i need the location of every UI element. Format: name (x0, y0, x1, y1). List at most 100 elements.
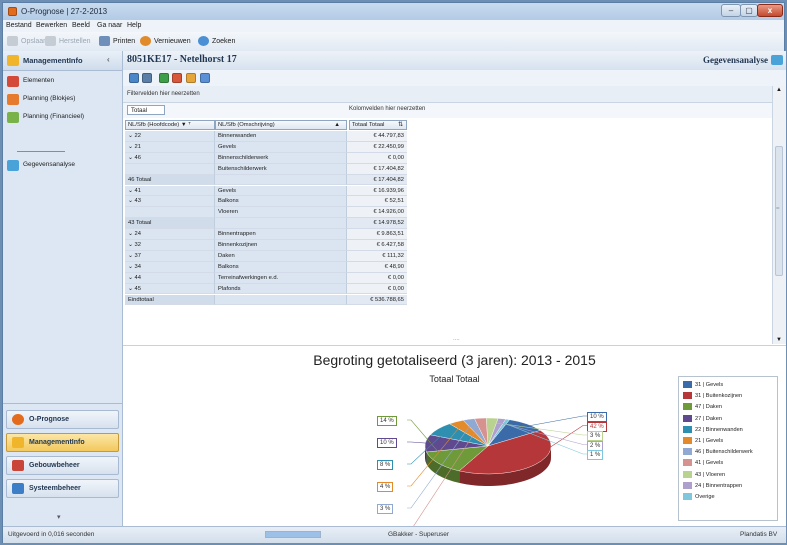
excel-export-icon[interactable] (159, 73, 169, 83)
total-row[interactable]: 43 Totaal € 14.978,52 (125, 218, 407, 230)
row-description-cell: Gevels (215, 185, 347, 197)
legend-label: Overige (695, 494, 715, 500)
legend-swatch (683, 414, 692, 422)
status-bar: Uitgevoerd in 0,016 seconden GBakker - S… (3, 526, 786, 543)
filter-drop-zone[interactable]: Filtervelden hier neerzetten (123, 86, 773, 103)
sidebar-item-gegevensanalyse[interactable]: Gegevensanalyse (3, 157, 122, 175)
table-row[interactable]: ⌄ 37 Daken € 111,32 (125, 250, 407, 262)
refresh-button[interactable]: Vernieuwen (140, 36, 191, 48)
pie-slice-label: 8 % (377, 460, 394, 470)
column-header-totaal[interactable]: Totaal Totaal ⇅ (349, 120, 407, 130)
close-button[interactable]: x (757, 4, 783, 17)
analysis-icon (771, 55, 783, 65)
total-row[interactable]: 46 Totaal € 17.404,82 (125, 174, 407, 186)
table-row[interactable]: ⌄ 34 Balkons € 48,90 (125, 261, 407, 273)
legend-item: 24 | Binnentrappen (683, 481, 742, 491)
restore-button[interactable]: Herstellen (45, 36, 91, 48)
sidebar-item-label: Planning (Financieel) (23, 113, 85, 120)
total-row[interactable]: Eindtotaal € 536.788,65 (125, 294, 407, 306)
legend-item: 41 | Gevels (683, 459, 723, 468)
table-row[interactable]: ⌄ 45 Plafonds € 0,00 (125, 283, 407, 295)
table-row[interactable]: ⌄ 46 Binnenschilderwerk € 0,00 (125, 152, 407, 164)
nav-managementinfo[interactable]: ManagementInfo (6, 433, 119, 452)
save-icon (7, 36, 18, 47)
section-title: Gegevensanalyse (703, 55, 768, 65)
row-value-cell: € 0,00 (347, 272, 407, 284)
table-row[interactable]: ⌄ 41 Gevels € 16.939,96 (125, 185, 407, 197)
save-button[interactable]: Opslaan (7, 36, 47, 48)
column-header-label: Totaal Totaal (352, 122, 385, 128)
row-header-hoofdcode[interactable]: NL/Sfb (Hoofdcode) ▼ ᵀ (125, 120, 215, 130)
sidebar-item-planning-blokjes[interactable]: Planning (Blokjes) (3, 91, 122, 109)
search-label: Zoeken (212, 38, 236, 45)
table-row[interactable]: ⌄ 43 Balkons € 52,51 (125, 196, 407, 208)
row-description-cell: Balkons (215, 196, 347, 208)
row-value-cell: € 48,90 (347, 261, 407, 273)
menu-ga-naar[interactable]: Ga naar (97, 22, 122, 29)
sidebar-splitter[interactable] (3, 403, 122, 404)
table-row[interactable]: ⌄ 21 Gevels € 22.450,99 (125, 141, 407, 153)
sidebar-item-label: Gegevensanalyse (23, 161, 76, 168)
row-description-cell: Binnentrappen (215, 229, 347, 240)
sidebar-item-label: Elementen (23, 77, 55, 84)
legend-swatch (683, 403, 692, 411)
table-row[interactable]: ⌄ 32 Binnenkozijnen € 6.427,58 (125, 240, 407, 251)
vertical-scrollbar[interactable]: ▲ = ▼ (772, 86, 786, 344)
table-row[interactable]: Vloeren € 14.926,00 (125, 207, 407, 219)
table-row[interactable]: ⌄ 22 Binnenwanden € 44.797,83 (125, 131, 407, 142)
splitter-grip[interactable]: .... (453, 336, 460, 342)
chart-area: Begroting getotaliseerd (3 jaren): 2013 … (123, 345, 786, 536)
sidebar-divider (17, 151, 65, 152)
row-header-omschrijving[interactable]: NL/Sfb (Omschrijving) ▲ (215, 120, 347, 130)
pie-leader-line (520, 415, 587, 428)
menu-help[interactable]: Help (127, 22, 141, 29)
row-code-cell: ⌄ 24 (125, 229, 215, 240)
sidebar-item-planning-financieel[interactable]: Planning (Financieel) (3, 109, 122, 127)
row-code-cell: ⌄ 41 (125, 185, 215, 197)
sort-ascending-icon: ▲ (334, 122, 340, 128)
app-window: O-Prognose | 27-2-2013 – ▢ x Bestand Bew… (2, 2, 786, 543)
gear-icon (12, 483, 24, 494)
scroll-down-icon[interactable]: ▼ (776, 337, 782, 343)
menu-bestand[interactable]: Bestand (6, 22, 32, 29)
row-code-cell: ⌄ 43 (125, 196, 215, 208)
totaal-field[interactable]: Totaal (127, 105, 165, 115)
legend-label: 31 | Gevels (695, 382, 724, 388)
scroll-up-icon[interactable]: ▲ (776, 87, 782, 93)
table-row[interactable]: ⌄ 44 Terreinafwerkingen e.d. € 0,00 (125, 272, 407, 284)
menu-bewerken[interactable]: Bewerken (36, 22, 67, 29)
sidebar-item-elementen[interactable]: Elementen (3, 73, 122, 91)
refresh-data-icon[interactable] (172, 73, 182, 83)
main-header: 8051KE17 - Netelhorst 17 Gegevensanalyse (123, 51, 786, 71)
row-description-cell: Vloeren (215, 207, 347, 219)
nav-o-prognose[interactable]: O-Prognose (6, 410, 119, 429)
print-button[interactable]: Printen (99, 36, 135, 48)
pie-slice-label: 10 % (587, 412, 607, 422)
collapse-chevron-icon[interactable]: ‹ (107, 55, 110, 64)
search-button[interactable]: Zoeken (198, 36, 235, 48)
help-icon[interactable] (200, 73, 210, 83)
grid-view-icon[interactable] (129, 73, 139, 83)
legend-swatch (683, 470, 692, 478)
filter-icon[interactable]: ⇅ (398, 121, 403, 130)
table-row[interactable]: Buitenschilderwerk € 17.404,82 (125, 163, 407, 175)
layout-icon[interactable] (142, 73, 152, 83)
toolbar: Opslaan Herstellen Printen Vernieuwen Zo… (3, 32, 784, 52)
table-row[interactable]: ⌄ 24 Binnentrappen € 9.863,51 (125, 229, 407, 240)
row-code-cell: ⌄ 32 (125, 240, 215, 251)
nav-systeembeheer[interactable]: Systeembeheer (6, 479, 119, 498)
bar-chart-icon[interactable] (186, 73, 196, 83)
o-prognose-icon (12, 414, 24, 425)
management-icon (12, 437, 24, 448)
sidebar-header-title: ManagementInfo (23, 56, 83, 65)
row-code-cell: ⌄ 22 (125, 131, 215, 142)
minimize-button[interactable]: – (721, 4, 741, 17)
maximize-button[interactable]: ▢ (740, 4, 758, 17)
column-drop-zone[interactable]: Kolomvelden hier neerzetten (349, 106, 425, 112)
legend-label: 41 | Gevels (695, 460, 724, 467)
legend-label: 21 | Gevels (695, 438, 724, 444)
menu-beeld[interactable]: Beeld (72, 22, 90, 29)
nav-overflow-button[interactable]: ▾ (57, 513, 61, 521)
search-icon (198, 36, 209, 47)
nav-gebouwbeheer[interactable]: Gebouwbeheer (6, 456, 119, 475)
